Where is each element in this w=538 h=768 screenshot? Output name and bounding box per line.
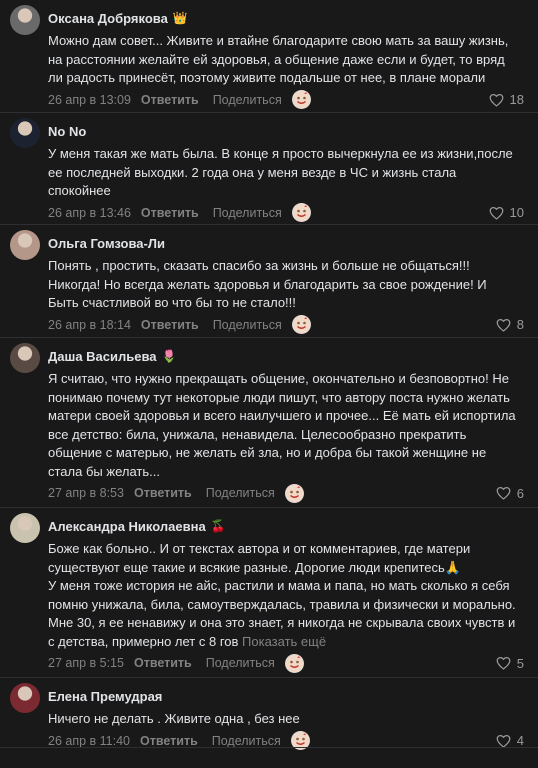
reaction-emoji-icon[interactable] bbox=[291, 203, 311, 222]
comment-meta: 27 апр в 8:53 Ответить Поделиться 6 bbox=[48, 482, 524, 504]
share-button[interactable]: Поделиться bbox=[206, 486, 275, 500]
comment-date[interactable]: 26 апр в 13:09 bbox=[48, 93, 131, 107]
comment-date[interactable]: 26 апр в 18:14 bbox=[48, 318, 131, 332]
avatar[interactable] bbox=[10, 5, 40, 35]
likes-count: 8 bbox=[516, 317, 524, 332]
author-name[interactable]: Оксана Добрякова bbox=[48, 11, 168, 26]
comment-header: Александра Николаевна 🍒 bbox=[48, 515, 524, 537]
comment-text: Понять , простить, сказать спасибо за жи… bbox=[48, 258, 491, 310]
comment-date[interactable]: 26 апр в 11:40 bbox=[48, 734, 130, 748]
reaction-emoji-icon[interactable] bbox=[284, 653, 304, 673]
comment-header: Ольга Гомзова-Ли bbox=[48, 232, 524, 254]
share-button[interactable]: Поделиться bbox=[213, 318, 282, 332]
like-button[interactable]: 18 bbox=[489, 92, 524, 107]
likes-count: 6 bbox=[516, 485, 524, 501]
author-badge-icon: 🌷 bbox=[161, 349, 177, 363]
comment-text: Боже как больно.. И от текстах автора и … bbox=[48, 541, 516, 649]
comment: Ольга Гомзова-Ли Понять , простить, сказ… bbox=[0, 225, 538, 338]
comment-date[interactable]: 26 апр в 13:46 bbox=[48, 206, 131, 220]
heart-outline-icon bbox=[496, 318, 511, 332]
reply-button[interactable]: Ответить bbox=[134, 486, 192, 500]
reaction-emoji-icon[interactable] bbox=[284, 483, 304, 503]
reply-button[interactable]: Ответить bbox=[141, 93, 199, 107]
author-name[interactable]: Александра Николаевна bbox=[48, 519, 206, 534]
comments-list: Оксана Добрякова 👑 Можно дам совет... Жи… bbox=[0, 0, 538, 750]
likes-count: 5 bbox=[516, 655, 524, 671]
reply-button[interactable]: Ответить bbox=[140, 734, 198, 748]
author-name[interactable]: Ольга Гомзова-Ли bbox=[48, 236, 165, 251]
comment: Оксана Добрякова 👑 Можно дам совет... Жи… bbox=[0, 0, 538, 113]
author-name[interactable]: Даша Васильева bbox=[48, 349, 157, 364]
divider bbox=[0, 747, 538, 748]
comment-meta: 26 апр в 18:14 Ответить Поделиться 8 bbox=[48, 314, 524, 336]
comment-header: Оксана Добрякова 👑 bbox=[48, 7, 524, 29]
like-button[interactable]: 4 bbox=[496, 733, 524, 748]
comment: No No У меня такая же мать была. В конце… bbox=[0, 113, 538, 225]
reaction-emoji-icon[interactable] bbox=[291, 90, 311, 109]
likes-count: 4 bbox=[516, 733, 524, 748]
comment: Елена Премудрая Ничего не делать . Живит… bbox=[0, 678, 538, 750]
comment-meta: 26 апр в 13:46 Ответить Поделиться 10 bbox=[48, 202, 524, 224]
reply-button[interactable]: Ответить bbox=[134, 656, 192, 670]
comment-text: У меня такая же мать была. В конце я про… bbox=[48, 146, 517, 198]
comment: Даша Васильева 🌷 Я считаю, что нужно пре… bbox=[0, 338, 538, 508]
heart-outline-icon bbox=[489, 206, 503, 220]
author-badge-icon: 👑 bbox=[172, 11, 188, 25]
share-button[interactable]: Поделиться bbox=[213, 206, 282, 220]
comment-header: Даша Васильева 🌷 bbox=[48, 345, 524, 367]
comment-date[interactable]: 27 апр в 8:53 bbox=[48, 486, 124, 500]
comment-text: Можно дам совет... Живите и втайне благо… bbox=[48, 33, 512, 85]
like-button[interactable]: 10 bbox=[489, 205, 524, 220]
comment-text: Ничего не делать . Живите одна , без нее bbox=[48, 711, 300, 726]
avatar[interactable] bbox=[10, 513, 40, 543]
reply-button[interactable]: Ответить bbox=[141, 206, 199, 220]
likes-count: 10 bbox=[509, 205, 524, 220]
author-badge-icon: 🍒 bbox=[210, 519, 226, 533]
author-name[interactable]: Елена Премудрая bbox=[48, 689, 162, 704]
comment-meta: 26 апр в 11:40 Ответить Поделиться 4 bbox=[48, 730, 524, 752]
comment-meta: 26 апр в 13:09 Ответить Поделиться 18 bbox=[48, 89, 524, 111]
avatar[interactable] bbox=[10, 343, 40, 373]
avatar[interactable] bbox=[10, 230, 40, 260]
avatar[interactable] bbox=[10, 683, 40, 713]
likes-count: 18 bbox=[509, 92, 524, 107]
like-button[interactable]: 5 bbox=[496, 656, 524, 671]
heart-outline-icon bbox=[496, 734, 511, 748]
show-more-link[interactable]: Показать ещё bbox=[238, 634, 326, 649]
comment-date[interactable]: 27 апр в 5:15 bbox=[48, 656, 124, 670]
share-button[interactable]: Поделиться bbox=[206, 656, 275, 670]
heart-outline-icon bbox=[496, 656, 511, 670]
avatar[interactable] bbox=[10, 118, 40, 148]
share-button[interactable]: Поделиться bbox=[212, 734, 281, 748]
comment-meta: 27 апр в 5:15 Ответить Поделиться 5 bbox=[48, 652, 524, 674]
share-button[interactable]: Поделиться bbox=[213, 93, 282, 107]
comment-header: Елена Премудрая bbox=[48, 685, 524, 707]
like-button[interactable]: 8 bbox=[496, 317, 524, 332]
reaction-emoji-icon[interactable] bbox=[291, 315, 311, 334]
heart-outline-icon bbox=[496, 486, 511, 500]
comment: Александра Николаевна 🍒 Боже как больно.… bbox=[0, 508, 538, 678]
comment-header: No No bbox=[48, 120, 524, 142]
reply-button[interactable]: Ответить bbox=[141, 318, 199, 332]
author-name[interactable]: No No bbox=[48, 124, 86, 139]
like-button[interactable]: 6 bbox=[496, 486, 524, 501]
comment-text: Я считаю, что нужно прекращать общение, … bbox=[48, 371, 520, 479]
heart-outline-icon bbox=[489, 93, 503, 107]
